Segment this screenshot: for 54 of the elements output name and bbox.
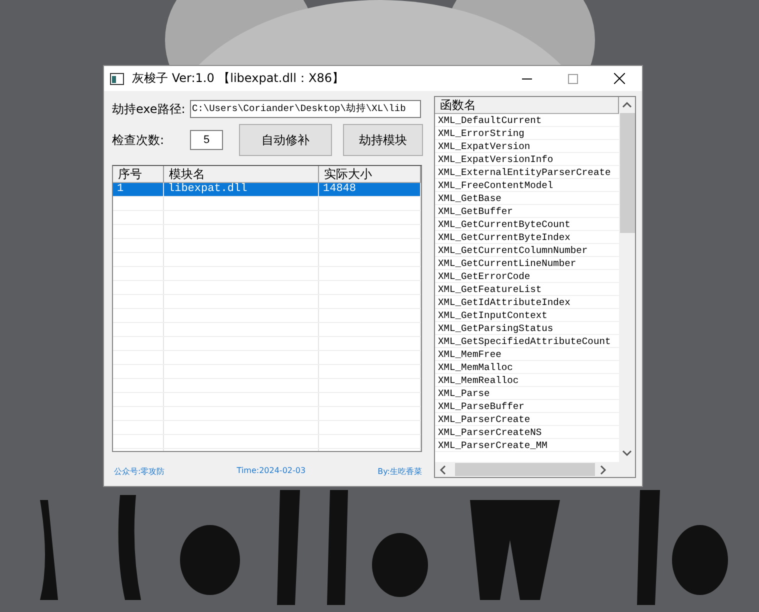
- action-button[interactable]: 自动修补: [239, 124, 332, 156]
- function-item[interactable]: XML_GetParsingStatus: [435, 322, 619, 335]
- column-header[interactable]: 实际大小: [319, 166, 421, 182]
- function-item[interactable]: XML_ParserCreate: [435, 413, 619, 426]
- function-item[interactable]: XML_GetFeatureList: [435, 283, 619, 296]
- table-cell: 1: [113, 183, 164, 196]
- window-title: 灰梭子 Ver:1.0 【libexpat.dll：X86】: [132, 70, 345, 87]
- scroll-down-icon[interactable]: [622, 449, 632, 457]
- status-text: 公众号:零攻防: [114, 466, 165, 477]
- close-icon[interactable]: [614, 73, 624, 84]
- function-item[interactable]: XML_GetErrorCode: [435, 270, 619, 283]
- table-cell: 14848: [319, 183, 421, 196]
- function-item[interactable]: XML_ParserCreateNS: [435, 426, 619, 439]
- function-item[interactable]: XML_GetIdAttributeIndex: [435, 296, 619, 309]
- function-item[interactable]: XML_GetBase: [435, 192, 619, 205]
- function-item[interactable]: XML_MemMalloc: [435, 361, 619, 374]
- vertical-scrollbar[interactable]: [619, 97, 635, 477]
- path-field[interactable]: C:\Users\Coriander\Desktop\劫持\XL\lib: [190, 100, 421, 118]
- path-label: 劫持exe路径:: [112, 100, 186, 118]
- function-item[interactable]: XML_ExternalEntityParserCreate: [435, 166, 619, 179]
- minimize-icon[interactable]: [522, 78, 532, 80]
- function-item[interactable]: XML_ErrorString: [435, 127, 619, 140]
- scroll-left-icon[interactable]: [439, 464, 447, 474]
- count-field[interactable]: 5: [190, 130, 223, 150]
- function-item[interactable]: XML_ParseBuffer: [435, 400, 619, 413]
- horizontal-scrollbar[interactable]: [435, 462, 619, 477]
- function-item[interactable]: XML_ExpatVersion: [435, 140, 619, 153]
- function-item[interactable]: XML_GetCurrentByteIndex: [435, 231, 619, 244]
- function-item[interactable]: XML_MemRealloc: [435, 374, 619, 387]
- column-header[interactable]: 函数名: [435, 97, 619, 114]
- scroll-up-icon[interactable]: [622, 101, 632, 109]
- function-item[interactable]: XML_FreeContentModel: [435, 179, 619, 192]
- function-item[interactable]: XML_GetCurrentLineNumber: [435, 257, 619, 270]
- function-item[interactable]: XML_ExpatVersionInfo: [435, 153, 619, 166]
- window-icon: [110, 72, 124, 84]
- function-item[interactable]: XML_GetCurrentByteCount: [435, 218, 619, 231]
- scroll-right-icon[interactable]: [599, 464, 607, 474]
- function-item[interactable]: XML_GetCurrentColumnNumber: [435, 244, 619, 257]
- function-item[interactable]: XML_MemFree: [435, 348, 619, 361]
- module-row[interactable]: 1 libexpat.dll 14848: [113, 183, 421, 197]
- function-item[interactable]: XML_ParserCreate_MM: [435, 439, 619, 452]
- status-text: By:生吃香菜: [378, 466, 422, 477]
- function-item[interactable]: XML_GetInputContext: [435, 309, 619, 322]
- maximize-icon[interactable]: [568, 74, 578, 84]
- function-item[interactable]: XML_GetBuffer: [435, 205, 619, 218]
- count-label: 检查次数:: [112, 132, 166, 148]
- table-cell: libexpat.dll: [164, 183, 319, 196]
- action-button[interactable]: 劫持模块: [343, 124, 423, 156]
- column-header[interactable]: 序号: [113, 166, 164, 182]
- function-item[interactable]: XML_DefaultCurrent: [435, 114, 619, 127]
- status-text: Time:2024-02-03: [236, 466, 306, 477]
- column-header[interactable]: 模块名: [164, 166, 319, 182]
- function-item[interactable]: XML_Parse: [435, 387, 619, 400]
- function-item[interactable]: XML_GetSpecifiedAttributeCount: [435, 335, 619, 348]
